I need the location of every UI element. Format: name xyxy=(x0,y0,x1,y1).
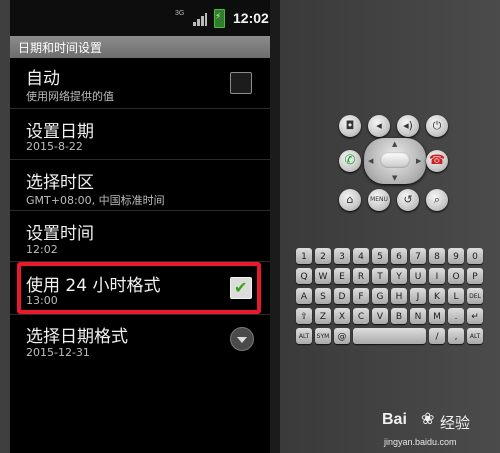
key-d[interactable]: D xyxy=(334,288,350,304)
key-shift[interactable]: ⇧ xyxy=(296,308,312,324)
camera-icon[interactable]: ◘ xyxy=(339,115,361,137)
setting-auto[interactable]: 自动 使用网络提供的值 xyxy=(10,58,270,109)
home-icon[interactable]: ⌂ xyxy=(339,189,361,211)
setting-timezone[interactable]: 选择时区 GMT+08:00, 中国标准时间 xyxy=(10,160,270,211)
key-6[interactable]: 6 xyxy=(391,248,407,264)
setting-time[interactable]: 设置时间 12:02 xyxy=(10,211,270,262)
signal-icon xyxy=(193,12,207,26)
battery-charging-icon xyxy=(214,9,225,28)
dpad-center-button[interactable] xyxy=(380,152,410,168)
key-m[interactable]: M xyxy=(429,308,445,324)
key-e[interactable]: E xyxy=(334,268,350,284)
key-u[interactable]: U xyxy=(410,268,426,284)
dpad-right-icon[interactable]: ▶ xyxy=(416,157,421,165)
key-w[interactable]: W xyxy=(315,268,331,284)
dpad-left-icon[interactable]: ◀ xyxy=(368,157,373,165)
key-3[interactable]: 3 xyxy=(334,248,350,264)
key-j[interactable]: J xyxy=(410,288,426,304)
key-v[interactable]: V xyxy=(372,308,388,324)
key-9[interactable]: 9 xyxy=(448,248,464,264)
key-2[interactable]: 2 xyxy=(315,248,331,264)
setting-title: 选择日期格式 xyxy=(26,327,128,347)
baidu-watermark: Bai ❀ 经验 jingyan.baidu.com xyxy=(382,409,500,453)
setting-summary: 2015-8-22 xyxy=(26,140,83,153)
key-sym[interactable]: SYM xyxy=(315,328,331,344)
key-alt-right[interactable]: ALT xyxy=(467,328,483,344)
key-at[interactable]: @ xyxy=(334,328,350,344)
key-r[interactable]: R xyxy=(353,268,369,284)
page-title: 日期和时间设置 xyxy=(18,41,103,55)
window-titlebar: 日期和时间设置 xyxy=(10,36,270,58)
key-i[interactable]: I xyxy=(429,268,445,284)
watermark-logo-suffix: 经验 xyxy=(440,414,471,432)
key-4[interactable]: 4 xyxy=(353,248,369,264)
setting-summary: GMT+08:00, 中国标准时间 xyxy=(26,194,165,207)
key-slash[interactable]: / xyxy=(429,328,445,344)
power-icon[interactable]: ⏻ xyxy=(426,115,448,137)
back-icon[interactable]: ↺ xyxy=(397,189,419,211)
setting-summary: 2015-12-31 xyxy=(26,346,90,359)
key-c[interactable]: C xyxy=(353,308,369,324)
dpad-down-icon[interactable]: ▼ xyxy=(392,174,397,182)
phone-screen: 3G 12:02 日期和时间设置 自动 使用网络提供的值 设置日期 2015-8… xyxy=(10,0,270,453)
key-alt-left[interactable]: ALT xyxy=(296,328,312,344)
key-k[interactable]: K xyxy=(429,288,445,304)
dpad[interactable]: ▲ ▼ ◀ ▶ xyxy=(364,138,426,184)
setting-summary: 12:02 xyxy=(26,243,58,256)
menu-icon[interactable]: MENU xyxy=(368,189,390,211)
end-call-icon[interactable]: ☎ xyxy=(426,150,448,172)
watermark-url: jingyan.baidu.com xyxy=(384,437,457,447)
call-icon[interactable]: ✆ xyxy=(339,150,361,172)
setting-title: 设置时间 xyxy=(26,224,94,244)
emulator-window: 3G 12:02 日期和时间设置 自动 使用网络提供的值 设置日期 2015-8… xyxy=(0,0,500,453)
key-8[interactable]: 8 xyxy=(429,248,445,264)
key-f[interactable]: F xyxy=(353,288,369,304)
setting-date-format[interactable]: 选择日期格式 2015-12-31 xyxy=(10,315,270,367)
setting-date[interactable]: 设置日期 2015-8-22 xyxy=(10,109,270,160)
key-y[interactable]: Y xyxy=(391,268,407,284)
setting-title: 设置日期 xyxy=(26,122,94,142)
key-comma[interactable]: , xyxy=(448,328,464,344)
dpad-up-icon[interactable]: ▲ xyxy=(392,140,397,148)
left-frame xyxy=(0,0,10,453)
search-icon[interactable]: ⌕ xyxy=(426,189,448,211)
date-format-dropdown[interactable] xyxy=(230,327,254,351)
key-del[interactable]: DEL xyxy=(467,288,483,304)
network-type: 3G xyxy=(175,10,185,17)
paw-icon: ❀ xyxy=(421,409,435,428)
highlight-box xyxy=(17,262,261,314)
key-g[interactable]: G xyxy=(372,288,388,304)
key-l[interactable]: L xyxy=(448,288,464,304)
setting-title: 选择时区 xyxy=(26,173,94,193)
key-n[interactable]: N xyxy=(410,308,426,324)
volume-up-icon[interactable]: ◂) xyxy=(397,115,419,137)
key-t[interactable]: T xyxy=(372,268,388,284)
auto-checkbox[interactable] xyxy=(230,72,252,94)
key-1[interactable]: 1 xyxy=(296,248,312,264)
key-b[interactable]: B xyxy=(391,308,407,324)
key-h[interactable]: H xyxy=(391,288,407,304)
key-s[interactable]: S xyxy=(315,288,331,304)
key-space[interactable] xyxy=(353,328,426,344)
key-q[interactable]: Q xyxy=(296,268,312,284)
hardware-keyboard: 1 2 3 4 5 6 7 8 9 0 Q W E R T Y U I O P … xyxy=(292,248,495,348)
screen-frame xyxy=(270,0,280,453)
menu-label: MENU xyxy=(370,196,388,203)
key-period[interactable]: . xyxy=(448,308,464,324)
key-x[interactable]: X xyxy=(334,308,350,324)
key-a[interactable]: A xyxy=(296,288,312,304)
key-z[interactable]: Z xyxy=(315,308,331,324)
setting-title: 自动 xyxy=(26,69,60,89)
key-enter[interactable]: ↵ xyxy=(467,308,483,324)
key-5[interactable]: 5 xyxy=(372,248,388,264)
volume-down-icon[interactable]: ◂ xyxy=(368,115,390,137)
status-bar: 3G 12:02 xyxy=(10,0,270,36)
key-7[interactable]: 7 xyxy=(410,248,426,264)
setting-summary: 使用网络提供的值 xyxy=(26,90,114,103)
status-clock: 12:02 xyxy=(233,10,269,26)
watermark-logo: Bai xyxy=(382,411,407,428)
key-p[interactable]: P xyxy=(467,268,483,284)
key-0[interactable]: 0 xyxy=(467,248,483,264)
key-o[interactable]: O xyxy=(448,268,464,284)
